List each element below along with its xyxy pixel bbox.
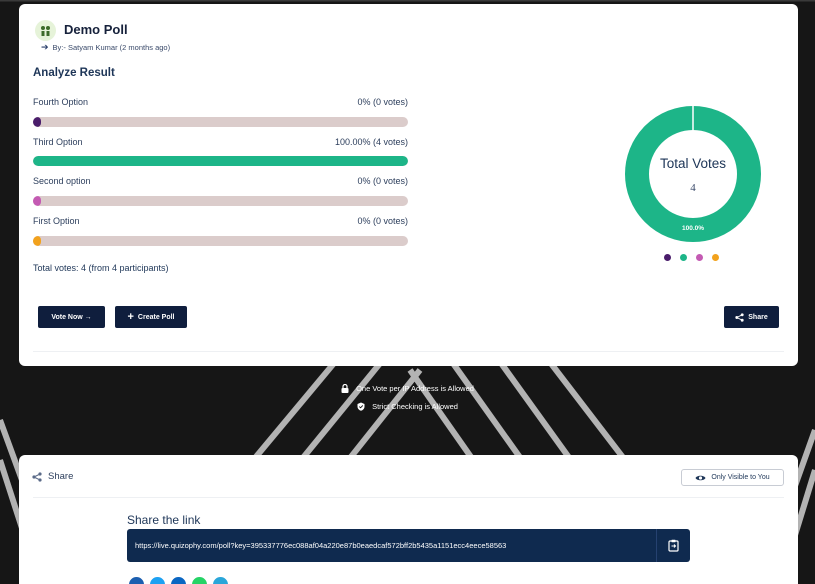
share-panel-header: Share	[32, 471, 73, 482]
social-share-row	[129, 577, 228, 584]
option-label: Fourth Option	[33, 97, 89, 107]
shield-check-icon	[357, 402, 365, 411]
create-poll-label: Create Poll	[137, 313, 175, 321]
option-bar	[33, 196, 408, 206]
option-bar-fill	[33, 196, 41, 206]
strict-check-info: Strict Checking is Allowed	[0, 402, 815, 411]
option-bar-fill	[33, 117, 41, 127]
option-bar	[33, 117, 408, 127]
option-stat: 100.00% (4 votes)	[334, 137, 408, 147]
visibility-label: Only Visible to You	[711, 474, 770, 481]
total-votes-donut-chart: Total Votes 4 100.0%	[625, 106, 761, 242]
legend-dot[interactable]	[680, 254, 687, 261]
option-label: First Option	[33, 216, 80, 226]
share-icon	[32, 471, 42, 482]
share-link-title: Share the link	[127, 513, 201, 527]
option-bar	[33, 156, 408, 166]
share-panel-title: Share	[48, 471, 74, 482]
twitter-icon[interactable]	[150, 577, 165, 584]
option-bar-fill	[33, 156, 408, 166]
facebook-icon[interactable]	[129, 577, 144, 584]
legend-dot[interactable]	[696, 254, 703, 261]
poll-byline: ➔ By:- Satyam Kumar (2 months ago)	[41, 42, 170, 53]
vote-now-label: Vote Now →	[51, 313, 92, 321]
poll-avatar	[35, 20, 56, 41]
copy-link-button[interactable]	[656, 529, 690, 562]
share-button[interactable]: Share	[724, 306, 779, 328]
strict-check-text: Strict Checking is Allowed	[372, 402, 458, 411]
analyze-result-heading: Analyze Result	[33, 67, 115, 79]
whatsapp-icon[interactable]	[192, 577, 207, 584]
linkedin-icon[interactable]	[171, 577, 186, 584]
share-icon	[735, 312, 744, 322]
poll-result-card: Demo Poll ➔ By:- Satyam Kumar (2 months …	[19, 4, 798, 366]
byline-text: By:- Satyam Kumar (2 months ago)	[52, 43, 171, 52]
total-votes-text: Total votes: 4 (from 4 participants)	[33, 263, 169, 273]
ip-rule-info: One Vote per IP Address is Allowed	[0, 384, 815, 393]
option-label: Second option	[33, 176, 91, 186]
vote-now-button[interactable]: Vote Now →	[38, 306, 105, 328]
legend-dot[interactable]	[664, 254, 671, 261]
telegram-icon[interactable]	[213, 577, 228, 584]
share-link-url[interactable]: https://live.quizophy.com/poll?key=39533…	[127, 541, 656, 550]
plus-icon: +	[127, 310, 134, 323]
create-poll-button[interactable]: + Create Poll	[115, 306, 187, 328]
option-bar	[33, 236, 408, 246]
option-bar-fill	[33, 236, 41, 246]
people-icon	[41, 26, 50, 36]
legend-dot[interactable]	[712, 254, 719, 261]
donut-slice-label: 100.0%	[682, 225, 704, 232]
option-stat: 0% (0 votes)	[357, 97, 408, 107]
arrow-right-icon: ➔	[41, 42, 49, 52]
option-stat: 0% (0 votes)	[357, 216, 408, 226]
ip-rule-text: One Vote per IP Address is Allowed	[356, 384, 474, 393]
donut-center-value: 4	[690, 182, 696, 194]
divider	[33, 497, 784, 498]
share-label: Share	[748, 313, 768, 321]
eye-icon	[695, 475, 706, 480]
clipboard-icon	[668, 539, 679, 552]
divider	[33, 351, 784, 352]
chart-legend	[664, 254, 719, 261]
share-panel: Share Only Visible to You Share the link…	[19, 455, 798, 584]
donut-slice[interactable]	[625, 106, 761, 242]
visibility-button[interactable]: Only Visible to You	[681, 469, 784, 486]
share-link-box: https://live.quizophy.com/poll?key=39533…	[127, 529, 690, 562]
option-stat: 0% (0 votes)	[357, 176, 408, 186]
donut-center-title: Total Votes	[660, 156, 726, 171]
lock-icon	[341, 384, 349, 393]
poll-title: Demo Poll	[64, 22, 128, 37]
option-label: Third Option	[33, 137, 83, 147]
